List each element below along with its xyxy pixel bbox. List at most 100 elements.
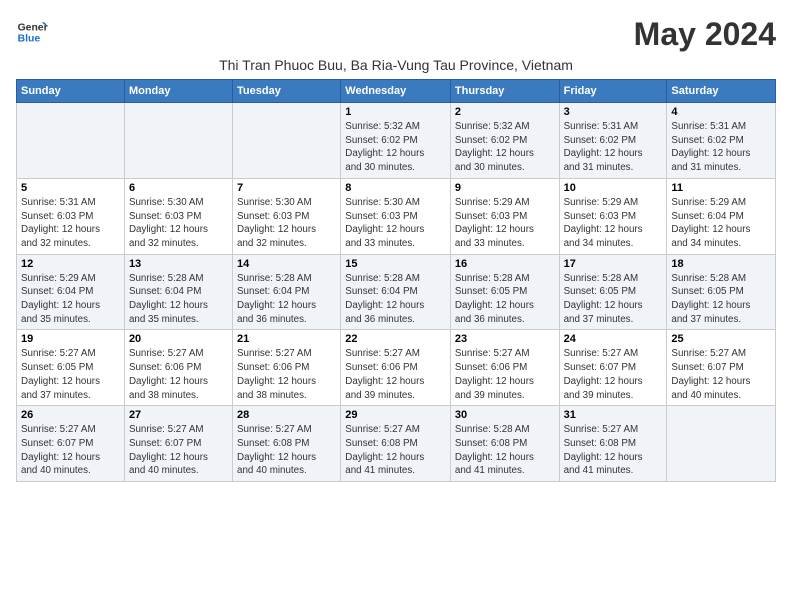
title-block: May 2024 xyxy=(634,16,776,53)
day-number: 23 xyxy=(455,333,555,345)
day-info: Sunrise: 5:27 AM Sunset: 6:07 PM Dayligh… xyxy=(21,423,120,478)
day-info: Sunrise: 5:28 AM Sunset: 6:05 PM Dayligh… xyxy=(564,272,663,327)
day-info: Sunrise: 5:28 AM Sunset: 6:04 PM Dayligh… xyxy=(237,272,336,327)
day-cell: 15 Sunrise: 5:28 AM Sunset: 6:04 PM Dayli… xyxy=(341,254,451,330)
day-header-friday: Friday xyxy=(559,80,667,103)
day-info: Sunrise: 5:27 AM Sunset: 6:06 PM Dayligh… xyxy=(455,347,555,402)
day-number: 26 xyxy=(21,409,120,421)
day-number: 4 xyxy=(671,106,771,118)
day-cell: 12Sunrise: 5:29 AM Sunset: 6:04 PM Dayli… xyxy=(17,254,125,330)
calendar-table: SundayMondayTuesdayWednesdayThursdayFrid… xyxy=(16,79,776,482)
day-cell xyxy=(17,103,125,179)
day-info: Sunrise: 5:29 AM Sunset: 6:04 PM Dayligh… xyxy=(671,196,771,251)
day-info: Sunrise: 5:27 AM Sunset: 6:06 PM Dayligh… xyxy=(129,347,228,402)
day-info: Sunrise: 5:28 AM Sunset: 6:08 PM Dayligh… xyxy=(455,423,555,478)
day-number: 12 xyxy=(21,258,120,270)
day-cell xyxy=(124,103,232,179)
day-info: Sunrise: 5:31 AM Sunset: 6:02 PM Dayligh… xyxy=(564,120,663,175)
day-info: Sunrise: 5:27 AM Sunset: 6:06 PM Dayligh… xyxy=(345,347,446,402)
day-cell: 16 Sunrise: 5:28 AM Sunset: 6:05 PM Dayli… xyxy=(450,254,559,330)
day-number: 3 xyxy=(564,106,663,118)
day-cell: 13 Sunrise: 5:28 AM Sunset: 6:04 PM Dayli… xyxy=(124,254,232,330)
day-number: 27 xyxy=(129,409,228,421)
day-cell: 1Sunrise: 5:32 AM Sunset: 6:02 PM Daylig… xyxy=(341,103,451,179)
day-info: Sunrise: 5:28 AM Sunset: 6:05 PM Dayligh… xyxy=(671,272,771,327)
day-info: Sunrise: 5:28 AM Sunset: 6:04 PM Dayligh… xyxy=(129,272,228,327)
week-row-4: 19 Sunrise: 5:27 AM Sunset: 6:05 PM Dayli… xyxy=(17,330,776,406)
day-cell: 25 Sunrise: 5:27 AM Sunset: 6:07 PM Dayli… xyxy=(667,330,776,406)
day-number: 31 xyxy=(564,409,663,421)
day-info: Sunrise: 5:30 AM Sunset: 6:03 PM Dayligh… xyxy=(237,196,336,251)
day-number: 9 xyxy=(455,182,555,194)
day-cell: 2 Sunrise: 5:32 AM Sunset: 6:02 PM Daylig… xyxy=(450,103,559,179)
day-cell: 20 Sunrise: 5:27 AM Sunset: 6:06 PM Dayli… xyxy=(124,330,232,406)
day-number: 18 xyxy=(671,258,771,270)
svg-text:General: General xyxy=(18,22,48,33)
day-info: Sunrise: 5:29 AM Sunset: 6:03 PM Dayligh… xyxy=(564,196,663,251)
day-cell: 17 Sunrise: 5:28 AM Sunset: 6:05 PM Dayli… xyxy=(559,254,667,330)
week-row-5: 26 Sunrise: 5:27 AM Sunset: 6:07 PM Dayli… xyxy=(17,406,776,482)
day-info: Sunrise: 5:32 AM Sunset: 6:02 PM Dayligh… xyxy=(455,120,555,175)
day-number: 24 xyxy=(564,333,663,345)
day-number: 19 xyxy=(21,333,120,345)
week-row-1: 1Sunrise: 5:32 AM Sunset: 6:02 PM Daylig… xyxy=(17,103,776,179)
day-cell: 24 Sunrise: 5:27 AM Sunset: 6:07 PM Dayli… xyxy=(559,330,667,406)
day-number: 30 xyxy=(455,409,555,421)
day-cell: 26 Sunrise: 5:27 AM Sunset: 6:07 PM Dayli… xyxy=(17,406,125,482)
day-number: 16 xyxy=(455,258,555,270)
day-cell: 4 Sunrise: 5:31 AM Sunset: 6:02 PM Daylig… xyxy=(667,103,776,179)
day-cell xyxy=(233,103,341,179)
day-header-wednesday: Wednesday xyxy=(341,80,451,103)
day-number: 8 xyxy=(345,182,446,194)
day-info: Sunrise: 5:32 AM Sunset: 6:02 PM Dayligh… xyxy=(345,120,446,175)
day-info: Sunrise: 5:27 AM Sunset: 6:08 PM Dayligh… xyxy=(564,423,663,478)
day-cell: 11 Sunrise: 5:29 AM Sunset: 6:04 PM Dayli… xyxy=(667,178,776,254)
day-info: Sunrise: 5:27 AM Sunset: 6:08 PM Dayligh… xyxy=(345,423,446,478)
day-number: 13 xyxy=(129,258,228,270)
day-info: Sunrise: 5:30 AM Sunset: 6:03 PM Dayligh… xyxy=(345,196,446,251)
day-info: Sunrise: 5:30 AM Sunset: 6:03 PM Dayligh… xyxy=(129,196,228,251)
calendar-body: 1Sunrise: 5:32 AM Sunset: 6:02 PM Daylig… xyxy=(17,103,776,482)
day-info: Sunrise: 5:31 AM Sunset: 6:02 PM Dayligh… xyxy=(671,120,771,175)
day-info: Sunrise: 5:28 AM Sunset: 6:04 PM Dayligh… xyxy=(345,272,446,327)
day-number: 11 xyxy=(671,182,771,194)
week-row-3: 12Sunrise: 5:29 AM Sunset: 6:04 PM Dayli… xyxy=(17,254,776,330)
header: General Blue May 2024 xyxy=(16,16,776,53)
day-cell: 21Sunrise: 5:27 AM Sunset: 6:06 PM Dayli… xyxy=(233,330,341,406)
day-number: 29 xyxy=(345,409,446,421)
svg-text:Blue: Blue xyxy=(18,34,41,45)
day-number: 20 xyxy=(129,333,228,345)
day-cell: 18 Sunrise: 5:28 AM Sunset: 6:05 PM Dayli… xyxy=(667,254,776,330)
day-cell: 14 Sunrise: 5:28 AM Sunset: 6:04 PM Dayli… xyxy=(233,254,341,330)
day-number: 14 xyxy=(237,258,336,270)
day-cell: 3 Sunrise: 5:31 AM Sunset: 6:02 PM Daylig… xyxy=(559,103,667,179)
day-header-tuesday: Tuesday xyxy=(233,80,341,103)
day-number: 17 xyxy=(564,258,663,270)
day-info: Sunrise: 5:27 AM Sunset: 6:05 PM Dayligh… xyxy=(21,347,120,402)
day-cell: 27 Sunrise: 5:27 AM Sunset: 6:07 PM Dayli… xyxy=(124,406,232,482)
day-number: 5 xyxy=(21,182,120,194)
day-header-sunday: Sunday xyxy=(17,80,125,103)
logo: General Blue xyxy=(16,16,48,48)
day-cell: 10 Sunrise: 5:29 AM Sunset: 6:03 PM Dayli… xyxy=(559,178,667,254)
day-number: 15 xyxy=(345,258,446,270)
day-info: Sunrise: 5:27 AM Sunset: 6:07 PM Dayligh… xyxy=(671,347,771,402)
day-number: 2 xyxy=(455,106,555,118)
day-cell: 22 Sunrise: 5:27 AM Sunset: 6:06 PM Dayli… xyxy=(341,330,451,406)
main-title: May 2024 xyxy=(634,16,776,53)
day-info: Sunrise: 5:27 AM Sunset: 6:06 PM Dayligh… xyxy=(237,347,336,402)
day-cell: 28Sunrise: 5:27 AM Sunset: 6:08 PM Dayli… xyxy=(233,406,341,482)
day-number: 22 xyxy=(345,333,446,345)
day-number: 28 xyxy=(237,409,336,421)
day-info: Sunrise: 5:27 AM Sunset: 6:07 PM Dayligh… xyxy=(564,347,663,402)
day-cell: 6Sunrise: 5:30 AM Sunset: 6:03 PM Daylig… xyxy=(124,178,232,254)
day-info: Sunrise: 5:29 AM Sunset: 6:03 PM Dayligh… xyxy=(455,196,555,251)
day-number: 25 xyxy=(671,333,771,345)
day-cell: 19 Sunrise: 5:27 AM Sunset: 6:05 PM Dayli… xyxy=(17,330,125,406)
day-header-saturday: Saturday xyxy=(667,80,776,103)
day-cell xyxy=(667,406,776,482)
day-header-thursday: Thursday xyxy=(450,80,559,103)
day-info: Sunrise: 5:28 AM Sunset: 6:05 PM Dayligh… xyxy=(455,272,555,327)
day-info: Sunrise: 5:27 AM Sunset: 6:07 PM Dayligh… xyxy=(129,423,228,478)
day-number: 10 xyxy=(564,182,663,194)
